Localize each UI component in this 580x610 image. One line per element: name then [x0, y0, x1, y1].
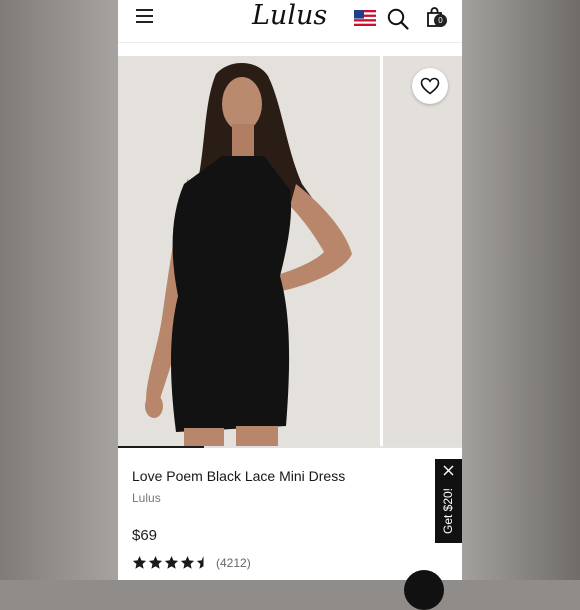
- star-icon: [148, 555, 163, 569]
- star-icon: [132, 555, 147, 569]
- product-image-gallery[interactable]: [118, 56, 462, 448]
- chat-button[interactable]: [404, 570, 444, 610]
- blurred-background-right: [462, 0, 580, 580]
- gallery-progress-bar: [118, 446, 462, 448]
- next-product-photo[interactable]: [383, 56, 462, 448]
- cart-count-badge: 0: [434, 14, 447, 27]
- us-flag-icon[interactable]: [354, 10, 376, 26]
- blurred-background-left: [0, 0, 118, 580]
- promo-tab[interactable]: Get $20!: [435, 459, 462, 543]
- mobile-product-page: Lulus 0 Love Poem Black Lace Mini Dress …: [118, 0, 462, 580]
- product-name: Love Poem Black Lace Mini Dress: [132, 468, 346, 484]
- product-brand[interactable]: Lulus: [132, 491, 161, 505]
- gallery-progress-fill: [118, 446, 204, 448]
- close-icon[interactable]: [443, 465, 454, 476]
- promo-label[interactable]: Get $20!: [441, 488, 455, 534]
- model-illustration: [118, 56, 380, 448]
- half-star-icon: [196, 555, 204, 569]
- product-photo[interactable]: [118, 56, 380, 448]
- star-icon: [164, 555, 179, 569]
- search-icon[interactable]: [386, 7, 410, 31]
- product-price: $69: [132, 527, 158, 544]
- site-header: Lulus 0: [118, 0, 462, 43]
- site-logo[interactable]: Lulus: [252, 0, 327, 31]
- menu-icon[interactable]: [136, 9, 154, 23]
- review-count[interactable]: (4212): [216, 556, 251, 570]
- star-icon: [180, 555, 195, 569]
- heart-outline-icon: [420, 77, 440, 95]
- wishlist-button[interactable]: [412, 68, 448, 104]
